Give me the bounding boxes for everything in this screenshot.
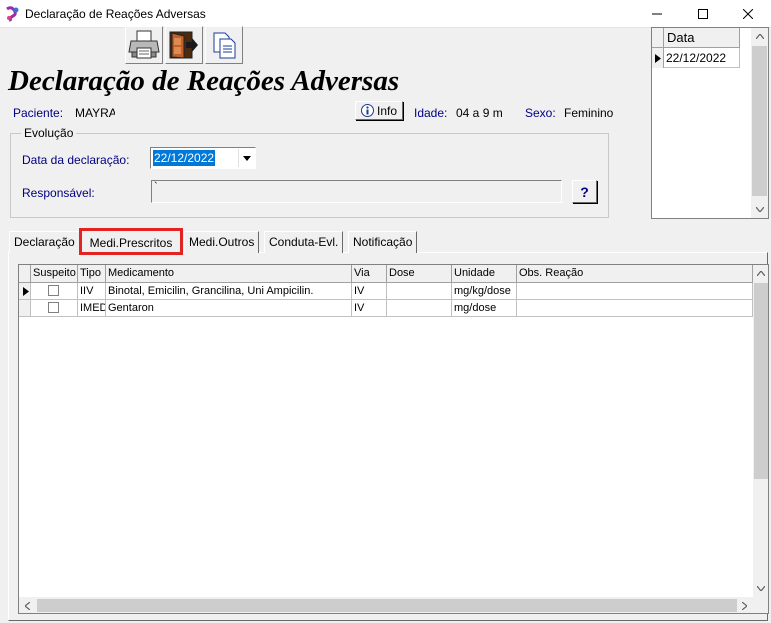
cell-medicamento[interactable]: Gentaron xyxy=(106,300,352,317)
cell-obs-reacao[interactable] xyxy=(517,283,753,300)
row-pointer-icon xyxy=(654,53,661,63)
scroll-right-icon[interactable] xyxy=(736,597,753,613)
page-title: Declaração de Reações Adversas xyxy=(8,65,400,97)
data-declaracao-value: 22/12/2022 xyxy=(153,150,216,166)
info-button-label: Info xyxy=(376,103,397,118)
evolucao-legend: Evolução xyxy=(21,126,77,140)
scroll-down-icon[interactable] xyxy=(753,580,768,597)
tab-medi-prescritos[interactable]: Medi.Prescritos xyxy=(79,228,183,255)
col-via[interactable]: Via xyxy=(352,265,387,283)
col-tipo[interactable]: Tipo xyxy=(78,265,106,283)
table-row[interactable] xyxy=(31,283,78,300)
date-column-header[interactable]: Data xyxy=(664,28,740,48)
table-vertical-scrollbar[interactable] xyxy=(753,265,768,597)
col-unidade[interactable]: Unidade xyxy=(452,265,517,283)
cell-tipo[interactable]: IIV xyxy=(78,283,106,300)
responsavel-field[interactable]: ` xyxy=(151,180,562,203)
maximize-button[interactable] xyxy=(680,0,726,28)
cell-unidade[interactable]: mg/kg/dose xyxy=(452,283,517,300)
exit-button[interactable] xyxy=(165,26,203,64)
dropdown-button[interactable] xyxy=(238,149,254,167)
table-horizontal-scrollbar[interactable] xyxy=(19,597,753,613)
scroll-thumb[interactable] xyxy=(754,283,768,479)
printer-icon xyxy=(128,30,160,59)
cell-via[interactable]: IV xyxy=(352,300,387,317)
window-title: Declaração de Reações Adversas xyxy=(25,7,206,21)
data-declaracao-label: Data da declaração: xyxy=(22,153,130,167)
grid-corner xyxy=(652,28,664,48)
title-bar: Declaração de Reações Adversas xyxy=(0,0,771,28)
date-row[interactable]: 22/12/2022 xyxy=(664,48,740,68)
responsavel-value: ` xyxy=(154,181,158,193)
minimize-icon xyxy=(652,13,662,15)
col-obs-reacao[interactable]: Obs. Reação xyxy=(517,265,753,283)
col-medicamento[interactable]: Medicamento xyxy=(106,265,352,283)
cell-via[interactable]: IV xyxy=(352,283,387,300)
cell-unidade[interactable]: mg/dose xyxy=(452,300,517,317)
idade-label: Idade: xyxy=(414,106,448,120)
close-button[interactable] xyxy=(725,0,771,28)
print-button[interactable] xyxy=(125,26,163,64)
chevron-down-icon xyxy=(242,155,251,161)
row-pointer-icon xyxy=(22,286,29,296)
help-button[interactable]: ? xyxy=(572,180,597,203)
paciente-value: MAYRA xyxy=(75,106,115,120)
row-indicator xyxy=(19,283,31,300)
suspeito-checkbox[interactable] xyxy=(48,285,59,296)
data-declaracao-picker[interactable]: 22/12/2022 xyxy=(150,147,256,169)
cell-obs-reacao[interactable] xyxy=(517,300,753,317)
paciente-label: Paciente: xyxy=(13,106,64,120)
suspeito-checkbox[interactable] xyxy=(48,302,59,313)
cell-tipo[interactable]: IMED xyxy=(78,300,106,317)
tab-notificacao[interactable]: Notificação xyxy=(348,231,418,253)
scroll-up-icon[interactable] xyxy=(753,265,768,282)
scroll-down-icon[interactable] xyxy=(751,201,768,218)
col-suspeito[interactable]: Suspeito xyxy=(31,265,78,283)
sexo-label: Sexo: xyxy=(525,106,556,120)
evolucao-group: Evolução Data da declaração: 22/12/2022 … xyxy=(10,126,609,218)
copy-button[interactable] xyxy=(205,26,243,64)
cell-dose[interactable] xyxy=(387,283,452,300)
maximize-icon xyxy=(698,9,708,19)
close-icon xyxy=(743,9,753,19)
help-question-icon: ? xyxy=(580,183,589,200)
copy-icon xyxy=(213,32,236,59)
sexo-value: Feminino xyxy=(564,106,614,120)
medications-table[interactable]: Suspeito Tipo Medicamento Via Dose Unida… xyxy=(18,264,769,614)
date-grid-scrollbar[interactable] xyxy=(751,28,768,218)
table-row[interactable] xyxy=(31,300,78,317)
table-corner xyxy=(19,265,31,283)
minimize-button[interactable] xyxy=(634,0,680,28)
scroll-left-icon[interactable] xyxy=(19,597,36,613)
idade-value: 04 a 9 m xyxy=(456,106,503,120)
date-grid[interactable]: Data 22/12/2022 xyxy=(651,27,769,219)
info-icon xyxy=(360,104,374,117)
scroll-thumb[interactable] xyxy=(752,46,767,196)
app-icon xyxy=(6,6,19,22)
scroll-corner xyxy=(753,597,768,613)
tab-conduta-evl[interactable]: Conduta-Evl. xyxy=(264,231,344,253)
info-button[interactable]: Info xyxy=(355,101,403,120)
tab-declaracao[interactable]: Declaração xyxy=(9,231,80,253)
row-indicator xyxy=(652,48,664,68)
scroll-thumb[interactable] xyxy=(37,599,737,612)
tab-medi-outros[interactable]: Medi.Outros xyxy=(184,231,260,253)
col-dose[interactable]: Dose xyxy=(387,265,452,283)
scroll-up-icon[interactable] xyxy=(751,28,768,45)
cell-medicamento[interactable]: Binotal, Emicilin, Grancilina, Uni Ampic… xyxy=(106,283,352,300)
cell-dose[interactable] xyxy=(387,300,452,317)
exit-door-icon xyxy=(169,31,198,59)
responsavel-label: Responsável: xyxy=(22,186,95,200)
row-indicator xyxy=(19,300,31,317)
